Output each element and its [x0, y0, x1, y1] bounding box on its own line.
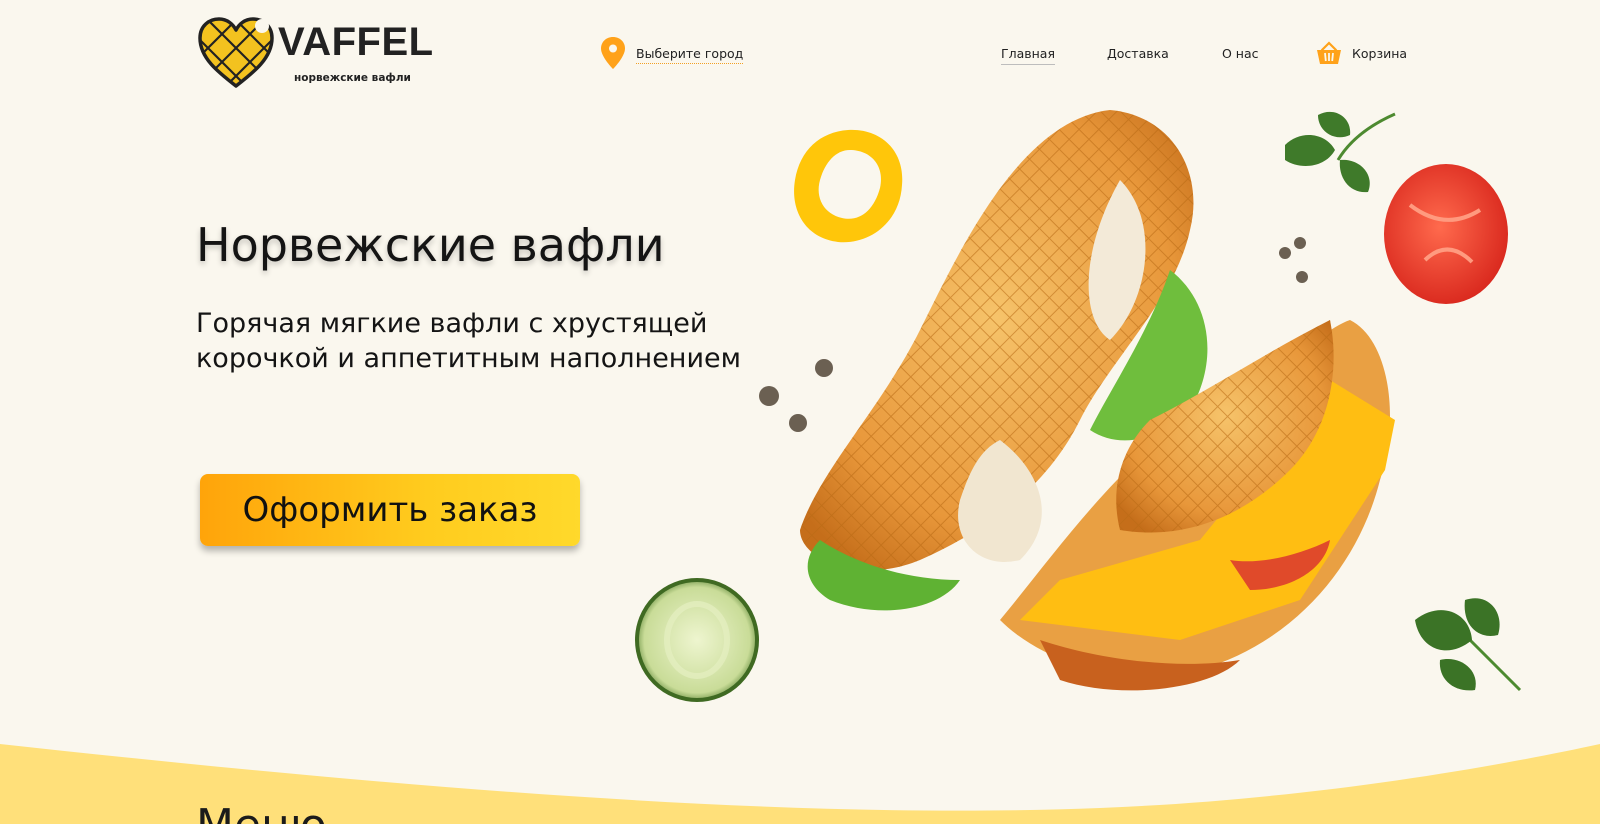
- parsley-icon: [1285, 111, 1396, 193]
- hero-food-illustration: [0, 110, 1600, 824]
- location-pin-icon: [601, 37, 625, 69]
- tomato-slice-icon: [1384, 164, 1508, 304]
- cucumber-slice-icon: [635, 578, 759, 702]
- logo-tagline: норвежские вафли: [294, 72, 411, 84]
- cart-label: Корзина: [1352, 46, 1408, 61]
- pepper-ring-icon: [794, 129, 903, 243]
- logo[interactable]: VAFFEL норвежские вафли: [196, 16, 433, 90]
- waffle-sandwich-small-icon: [1000, 320, 1395, 691]
- menu-section-title: Меню: [196, 804, 327, 824]
- site-header: VAFFEL норвежские вафли Выберите город Г…: [0, 0, 1600, 100]
- logo-wordmark: VAFFEL: [278, 20, 434, 64]
- order-button[interactable]: Оформить заказ: [200, 474, 580, 546]
- nav-link-home[interactable]: Главная: [1001, 46, 1055, 65]
- parsley-sprig-icon: [1415, 598, 1522, 692]
- peppercorns-icon: [759, 237, 1308, 432]
- nav-link-about[interactable]: О нас: [1222, 46, 1259, 64]
- waffle-sandwich-large-icon: [800, 110, 1208, 611]
- hero-title: Норвежские вафли: [196, 218, 665, 272]
- city-selector-label[interactable]: Выберите город: [636, 46, 744, 64]
- waffle-heart-logo-icon: [198, 17, 274, 88]
- nav-link-delivery[interactable]: Доставка: [1107, 46, 1169, 64]
- hero-subtitle: Горячая мягкие вафли с хрустящей корочко…: [196, 308, 741, 374]
- basket-icon: [1317, 41, 1341, 64]
